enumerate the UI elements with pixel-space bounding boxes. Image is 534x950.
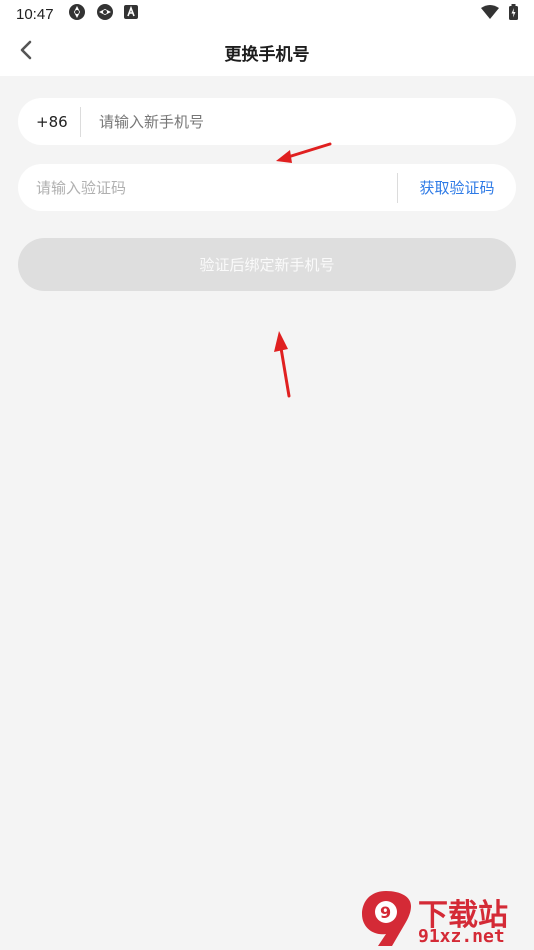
nav-bar: 更换手机号 — [0, 28, 534, 76]
back-button[interactable] — [12, 38, 40, 66]
arrow-left-icon — [276, 142, 332, 163]
code-field: 获取验证码 — [18, 164, 516, 211]
status-time: 10:47 — [16, 5, 54, 23]
status-bar: 10:47 — [0, 0, 534, 28]
wifi-icon — [481, 5, 499, 23]
arrow-up-icon — [274, 331, 291, 398]
phone-input[interactable] — [81, 112, 516, 131]
watermark-domain: 91xz.net — [418, 926, 505, 947]
status-right-icons — [481, 4, 518, 24]
app-icon-1 — [68, 3, 86, 25]
watermark-logo: 9 — [362, 891, 411, 946]
app-icon-2 — [96, 3, 114, 25]
a-icon — [123, 5, 138, 23]
bind-phone-button[interactable]: 验证后绑定新手机号 — [18, 238, 516, 291]
code-input[interactable] — [18, 178, 397, 197]
page-title: 更换手机号 — [224, 44, 310, 65]
phone-field: +86 — [18, 98, 516, 145]
battery-icon — [509, 4, 518, 24]
get-code-button[interactable]: 获取验证码 — [398, 177, 516, 198]
watermark: 9 下载站 91xz.net — [356, 888, 528, 948]
country-code[interactable]: +86 — [18, 113, 80, 131]
watermark-logo-text: 9 — [380, 903, 391, 922]
chevron-left-icon — [19, 40, 33, 64]
